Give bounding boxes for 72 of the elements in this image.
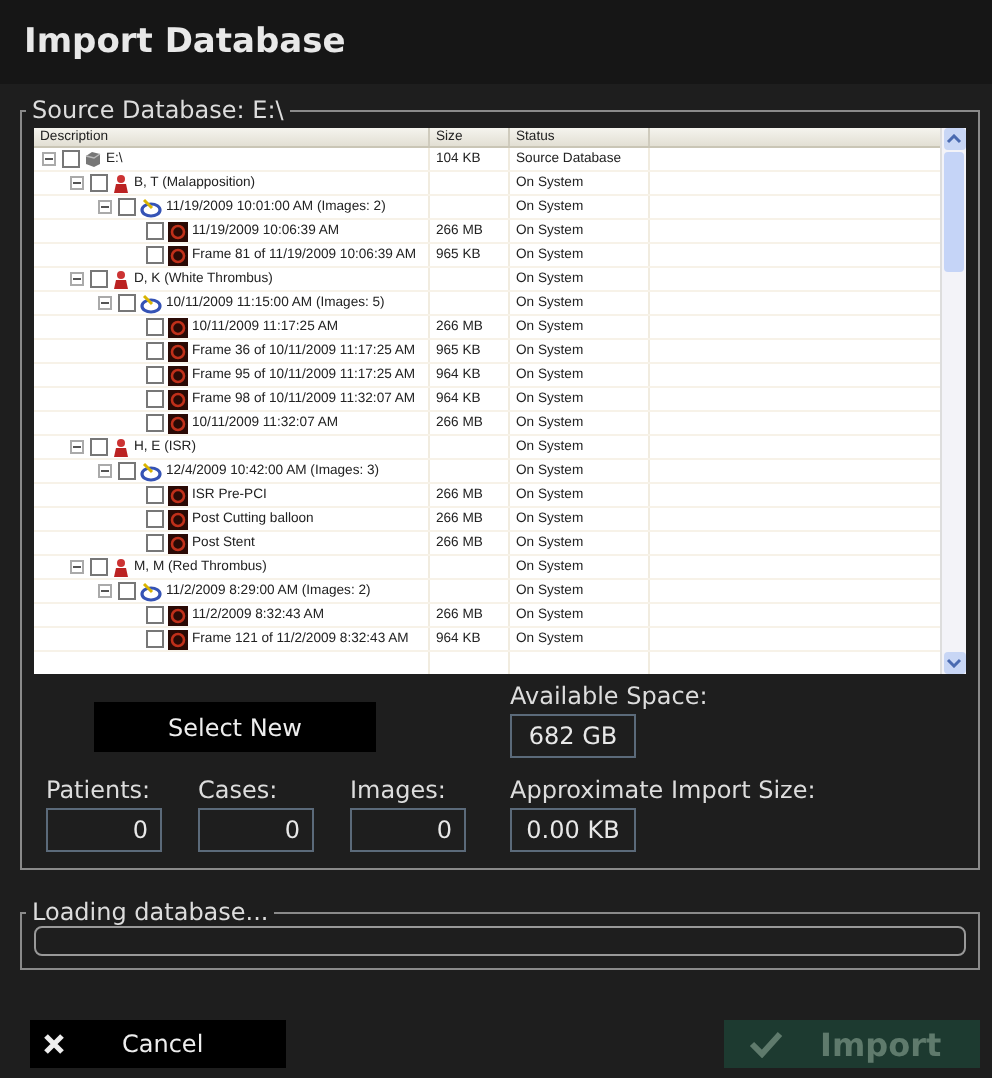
count-field: 0 — [198, 808, 314, 852]
checkbox[interactable] — [90, 558, 108, 576]
collapse-icon[interactable] — [98, 584, 114, 598]
person-icon — [112, 269, 130, 289]
frame-thumbnail-icon — [168, 389, 188, 409]
frame-thumbnail-icon — [168, 509, 188, 529]
frame-thumbnail-icon — [168, 533, 188, 553]
frame-thumbnail-icon — [168, 221, 188, 241]
count-label: Patients: — [46, 776, 153, 804]
checkbox[interactable] — [146, 534, 164, 552]
checkbox[interactable] — [146, 366, 164, 384]
checkbox[interactable] — [90, 438, 108, 456]
group-legend: Loading database... — [26, 898, 275, 926]
collapse-icon[interactable] — [98, 200, 114, 214]
collapse-icon[interactable] — [70, 560, 86, 574]
group-legend: Source Database: E:\ — [26, 96, 290, 124]
count-field: 0 — [46, 808, 162, 852]
frame-thumbnail-icon — [168, 365, 188, 385]
checkmark-icon — [748, 1030, 784, 1058]
checkbox[interactable] — [146, 318, 164, 336]
collapse-icon[interactable] — [42, 152, 58, 166]
frame-thumbnail-icon — [168, 605, 188, 625]
scroll-up-icon[interactable] — [943, 128, 965, 150]
checkbox[interactable] — [146, 486, 164, 504]
frame-thumbnail-icon — [168, 245, 188, 265]
checkbox[interactable] — [118, 582, 136, 600]
case-icon — [140, 293, 162, 313]
select-new-button[interactable]: Select New — [94, 702, 376, 752]
checkbox[interactable] — [90, 270, 108, 288]
checkbox[interactable] — [118, 462, 136, 480]
frame-thumbnail-icon — [168, 413, 188, 433]
collapse-icon[interactable] — [70, 440, 86, 454]
collapse-icon[interactable] — [98, 464, 114, 478]
checkbox[interactable] — [146, 606, 164, 624]
available-space-label: Available Space: — [510, 682, 708, 710]
frame-thumbnail-icon — [168, 317, 188, 337]
count-field: 0 — [350, 808, 466, 852]
collapse-icon[interactable] — [98, 296, 114, 310]
checkbox[interactable] — [146, 630, 164, 648]
count-label: Cases: — [198, 776, 280, 804]
frame-thumbnail-icon — [168, 341, 188, 361]
checkbox[interactable] — [146, 510, 164, 528]
import-size-label: Approximate Import Size: — [510, 776, 816, 804]
person-icon — [112, 557, 130, 577]
checkbox[interactable] — [118, 198, 136, 216]
collapse-icon[interactable] — [70, 176, 86, 190]
frame-thumbnail-icon — [168, 485, 188, 505]
count-label: Images: — [350, 776, 448, 804]
case-icon — [140, 197, 162, 217]
collapse-icon[interactable] — [70, 272, 86, 286]
scrollbar-thumb[interactable] — [944, 152, 964, 272]
checkbox[interactable] — [146, 246, 164, 264]
close-icon — [42, 1032, 66, 1056]
cancel-button[interactable]: Cancel — [30, 1020, 286, 1068]
person-icon — [112, 173, 130, 193]
checkbox[interactable] — [62, 150, 80, 168]
scroll-down-icon[interactable] — [943, 652, 965, 674]
frame-thumbnail-icon — [168, 629, 188, 649]
import-size-field: 0.00 KB — [510, 808, 636, 852]
checkbox[interactable] — [146, 390, 164, 408]
checkbox[interactable] — [146, 342, 164, 360]
window-title: Import Database — [0, 0, 992, 84]
vertical-scrollbar[interactable] — [940, 128, 966, 674]
case-icon — [140, 581, 162, 601]
drive-icon — [84, 150, 102, 168]
checkbox[interactable] — [146, 414, 164, 432]
checkbox[interactable] — [90, 174, 108, 192]
available-space-field: 682 GB — [510, 714, 636, 758]
case-icon — [140, 461, 162, 481]
checkbox[interactable] — [146, 222, 164, 240]
person-icon — [112, 437, 130, 457]
checkbox[interactable] — [118, 294, 136, 312]
